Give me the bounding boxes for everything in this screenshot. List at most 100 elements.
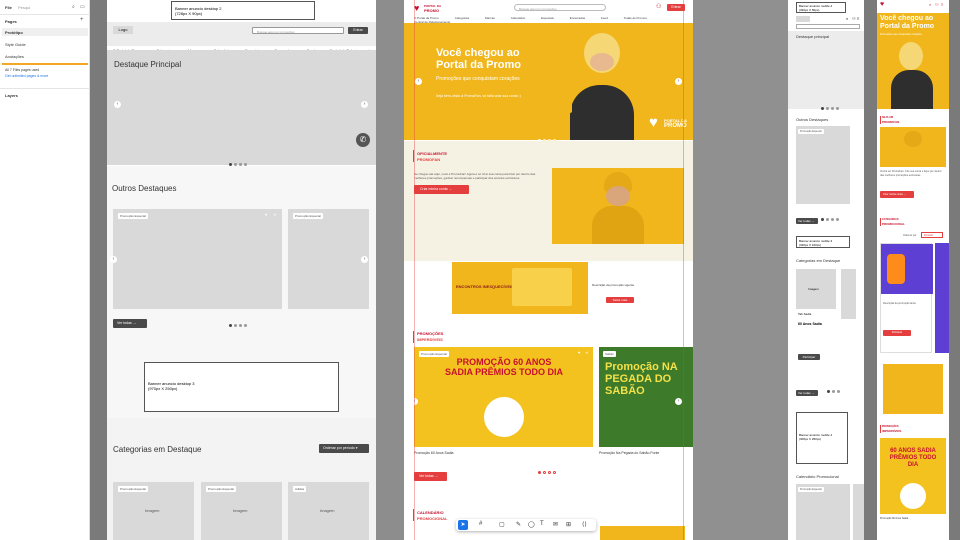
user-icon[interactable]: ⚇ xyxy=(656,3,661,10)
search-icon[interactable]: ⌕ xyxy=(72,4,75,10)
criar-conta-button[interactable]: Criar minha conta → xyxy=(414,185,469,194)
file-menu[interactable]: File xyxy=(5,5,12,10)
text-tool-icon[interactable]: T xyxy=(540,521,544,527)
mobile-wireframe-frame[interactable]: Banner anuncio mobile 2 (320px X 50px) ⌕… xyxy=(788,0,864,540)
promo-next-arrow[interactable]: › xyxy=(675,398,682,405)
entrar-button[interactable]: Entrar xyxy=(348,27,368,34)
promo-pagination[interactable] xyxy=(903,533,923,540)
pen-tool-icon[interactable]: ✎ xyxy=(516,521,521,528)
section1-body: Se chegou até aqui, você é PromoFan! Ago… xyxy=(414,172,536,180)
outros-next-arrow[interactable]: › xyxy=(361,256,368,263)
categorias-title: Categorias em Destaque xyxy=(113,445,202,454)
hero-next-arrow[interactable]: › xyxy=(361,101,368,108)
categoria-card-2[interactable]: Promoção Especial Imagem xyxy=(201,482,282,540)
promo-card-1[interactable]: Promoção Especial ♥ ⋖ PROMOÇÃO 60 ANOS S… xyxy=(414,347,593,447)
frame-tool-icon[interactable]: # xyxy=(479,521,482,527)
categoria-card-1[interactable]: Promoção Especial Imagem xyxy=(113,482,194,540)
phone-shape xyxy=(564,99,572,113)
hero-title: Você chegou ao Portal da Promo xyxy=(880,15,935,30)
search-input[interactable] xyxy=(796,24,860,29)
search-icon[interactable]: ⌕ xyxy=(846,16,848,21)
menu-icon[interactable]: ≡ xyxy=(941,2,943,7)
ad-side-button[interactable]: Saiba mais xyxy=(606,297,634,303)
user-icon[interactable]: ⚇ xyxy=(935,2,939,7)
whatsapp-icon[interactable]: ✆ xyxy=(356,133,370,147)
page-item-style-guide[interactable]: Style Guide xyxy=(5,42,26,47)
search-input[interactable]: Busque aqui por promoções xyxy=(252,27,344,34)
outros-card-1[interactable]: Promoção Especial ♥ ⋖ xyxy=(113,209,282,309)
calendar-card[interactable] xyxy=(600,526,685,540)
categorias-pagination[interactable] xyxy=(826,380,841,398)
share-icon[interactable]: ⋖ xyxy=(585,350,588,355)
ver-todas-button[interactable]: Ver todas → xyxy=(796,218,818,224)
promofan-photo xyxy=(880,127,946,167)
ver-todas-button[interactable]: Ver todas → xyxy=(113,319,147,328)
nav-item-calendario[interactable]: Calendário xyxy=(511,16,526,20)
add-page-icon[interactable]: + xyxy=(80,17,84,23)
outros-pagination[interactable] xyxy=(820,208,840,226)
calendario-card[interactable]: Promoção Especial xyxy=(796,484,850,540)
calendario-title: Calendário Promocional xyxy=(796,474,839,479)
design-desktop-frame[interactable]: ♥ PORTAL DA PROMO Busque aqui por promoç… xyxy=(404,0,693,540)
search-input[interactable]: Pesqui xyxy=(18,5,30,10)
logo[interactable]: Logo xyxy=(113,26,133,34)
criar-conta-button[interactable]: Criar minha conta → xyxy=(880,191,914,198)
panel-icon[interactable]: ▭ xyxy=(80,4,85,10)
promo-pagination[interactable] xyxy=(537,461,557,479)
ver-todas-button-2[interactable]: Ver todas → xyxy=(796,390,818,396)
nav-item-encerradas[interactable]: Encerradas xyxy=(570,16,585,20)
promo-card-2[interactable]: Sabão Promoção NA PEGADA DO SABÃO xyxy=(599,347,693,447)
mobile-design-frame[interactable]: ♥ ⌕ ⚇ ≡ Você chegou ao Portal da Promo P… xyxy=(877,0,949,540)
promo-card[interactable]: 60 ANOS SADIA PRÊMIOS TODO DIA xyxy=(880,438,946,514)
nav-item-especiais[interactable]: Especiais xyxy=(541,16,554,20)
heart-icon[interactable]: ♥ xyxy=(578,350,580,355)
ordenar-select[interactable]: Período xyxy=(921,232,943,238)
categoria-card-3[interactable]: Adidas Imagem xyxy=(288,482,369,540)
cat-kicker: CATEGORIAS xyxy=(882,218,899,221)
outros-card[interactable]: Promoção Especial xyxy=(796,126,850,204)
page-item-prototipo[interactable]: Protótipo xyxy=(5,30,23,35)
grid-tool-icon[interactable]: ⊞ xyxy=(566,521,571,528)
layout-guide xyxy=(683,0,684,540)
section3-kicker: CALENDÁRIO xyxy=(417,510,444,515)
ver-todas-button[interactable]: Ver todas → xyxy=(414,472,447,481)
promo-prev-arrow[interactable]: ‹ xyxy=(411,398,418,405)
nav-item-todas[interactable]: Todas as Promos xyxy=(624,16,647,20)
ordenar-button[interactable]: Ordenar por período ▾ xyxy=(319,444,369,453)
outros-card-2[interactable]: Promoção Especial xyxy=(288,209,369,309)
hero-prev-arrow[interactable]: ‹ xyxy=(415,78,422,85)
menu-icon[interactable]: ≡ xyxy=(857,16,859,21)
mobile-ad-banner[interactable] xyxy=(883,364,943,414)
upgrade-link[interactable]: Get unlimited pages & more xyxy=(5,74,48,78)
search-input[interactable]: Busque aqui por promoções xyxy=(514,4,606,11)
nav-item-marcas[interactable]: Marcas xyxy=(485,16,495,20)
move-tool-icon[interactable]: ➤ xyxy=(458,520,468,530)
heart-logo-icon[interactable]: ♥ xyxy=(880,1,884,8)
share-icon[interactable]: ⋖ xyxy=(273,212,276,217)
categoria-card-next[interactable] xyxy=(935,243,949,353)
wireframe-desktop-frame[interactable]: Banner anuncio desktop 2 (728px X 90px) … xyxy=(107,0,376,540)
logo[interactable] xyxy=(796,16,810,22)
ad-banner[interactable]: ENCONTROS INESQUECÍVEIS Descrição da pro… xyxy=(452,262,646,314)
card-tag: Promoção Especial xyxy=(798,129,824,134)
categoria-card[interactable]: Descrição da promoção fanta Participar xyxy=(880,243,933,353)
hero-pagination[interactable] xyxy=(820,97,840,115)
nav-item-feed[interactable]: Feed xyxy=(601,16,608,20)
image-placeholder-label: Imagem xyxy=(320,508,335,513)
search-icon[interactable]: ⌕ xyxy=(929,2,931,7)
code-tool-icon[interactable]: ⟨⟩ xyxy=(582,521,587,528)
participar-button[interactable]: Participar xyxy=(798,354,820,360)
outros-prev-arrow[interactable]: ‹ xyxy=(110,256,117,263)
chat-tool-icon[interactable]: ✉ xyxy=(553,521,558,528)
heart-icon[interactable]: ♥ xyxy=(265,212,267,217)
brand-logo[interactable]: ♥ PORTAL DA PROMO xyxy=(414,3,441,14)
page-item-anotacoes[interactable]: Anotações xyxy=(5,54,24,59)
shape-tool-icon[interactable]: ▢ xyxy=(499,521,505,528)
user-icon[interactable]: ⚇ xyxy=(852,16,856,21)
nav-item-categorias[interactable]: Categorias xyxy=(455,16,470,20)
hero-prev-arrow[interactable]: ‹ xyxy=(114,101,121,108)
hero-next-arrow[interactable]: › xyxy=(675,78,682,85)
comment-tool-icon[interactable]: ◯ xyxy=(528,521,535,528)
participar-button[interactable]: Participar xyxy=(883,330,911,336)
outros-pagination[interactable] xyxy=(228,314,248,332)
